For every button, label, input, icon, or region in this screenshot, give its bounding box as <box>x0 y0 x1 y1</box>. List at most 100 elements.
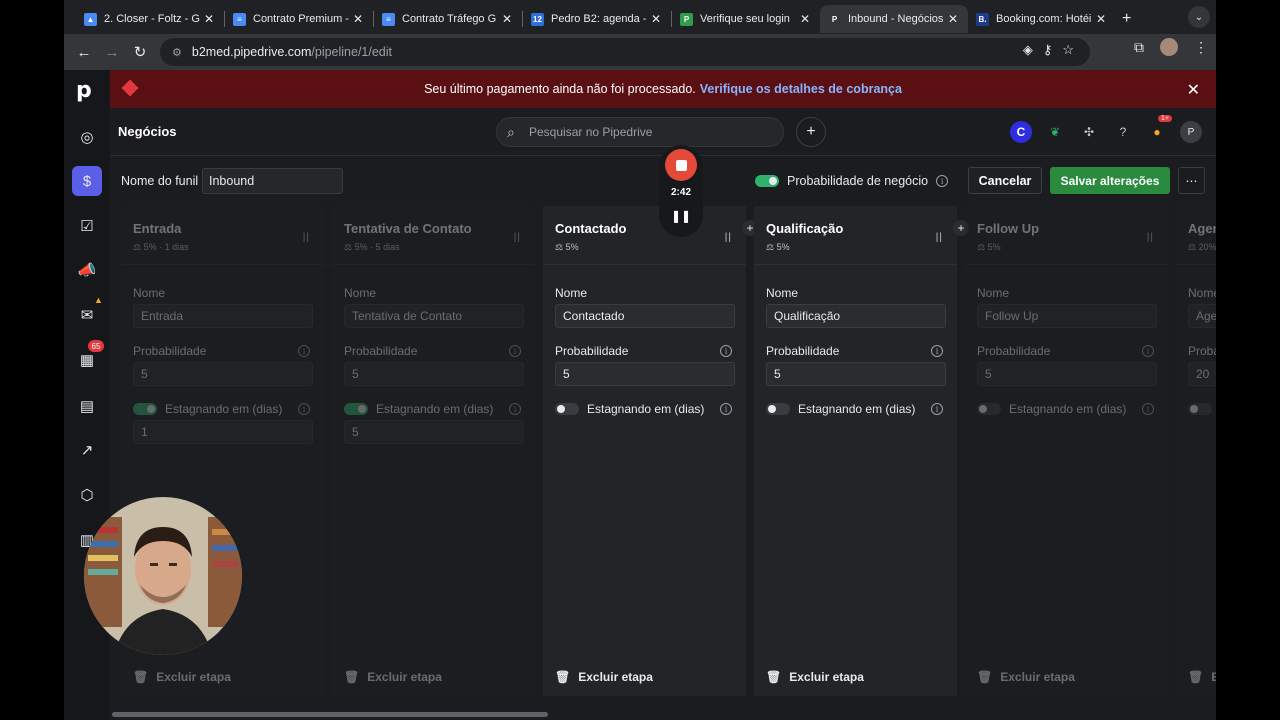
browser-tab[interactable]: P Inbound - Negócios ✕ <box>820 5 968 33</box>
info-icon[interactable]: i <box>509 345 521 357</box>
stage-name-input[interactable]: Follow Up <box>977 304 1157 328</box>
browser-tab[interactable]: 12 Pedro B2: agenda - ✕ <box>523 5 671 33</box>
info-icon[interactable]: i <box>936 175 949 187</box>
close-icon[interactable]: ✕ <box>351 12 365 26</box>
info-icon[interactable]: i <box>931 345 943 357</box>
stop-recording-button[interactable] <box>665 149 697 181</box>
horizontal-scrollbar[interactable] <box>112 712 548 717</box>
stage-name-input[interactable]: Entrada <box>133 304 313 328</box>
info-icon[interactable]: i <box>931 403 943 415</box>
delete-stage-label: Excluir etapa <box>578 670 653 684</box>
tab-search-icon[interactable]: ⌄ <box>1188 6 1210 28</box>
stage-name-input[interactable]: Contactado <box>555 304 735 328</box>
delete-stage-button[interactable]: 🗑 Excluir etapa <box>133 670 231 684</box>
insights-chart-icon[interactable]: ↗ <box>72 435 102 465</box>
rotting-toggle[interactable] <box>766 403 790 415</box>
products-box-icon[interactable]: ⬡ <box>72 480 102 510</box>
search-input[interactable]: ⌕ Pesquisar no Pipedrive <box>496 117 784 147</box>
site-info-icon[interactable]: ⚙ <box>172 46 182 59</box>
tips-bulb-icon[interactable]: ● 1+ <box>1146 115 1172 143</box>
rotting-toggle[interactable] <box>977 403 1001 415</box>
drag-handle-icon[interactable]: || <box>936 232 943 243</box>
browser-menu-icon[interactable]: ⋮ <box>1194 39 1208 56</box>
bookmark-star-icon[interactable]: ☆ <box>1062 42 1074 58</box>
close-icon[interactable]: ✕ <box>798 12 812 26</box>
back-icon[interactable]: ← <box>70 38 98 66</box>
rotting-toggle[interactable] <box>555 403 579 415</box>
activities-clipboard-icon[interactable]: ☑ <box>72 211 102 241</box>
info-icon[interactable]: i <box>298 345 310 357</box>
probability-input[interactable]: 5 <box>344 362 524 386</box>
probability-input[interactable]: 5 <box>133 362 313 386</box>
delete-stage-button[interactable]: 🗑 Excluir etapa <box>977 670 1075 684</box>
focus-target-icon[interactable]: ◎ <box>72 122 102 152</box>
close-icon[interactable]: ✕ <box>1187 80 1200 100</box>
more-options-icon[interactable]: ⋯ <box>1178 167 1205 194</box>
delete-stage-button[interactable]: 🗑 Excluir etapa <box>555 670 653 684</box>
extension-c-icon[interactable]: C <box>1010 121 1032 143</box>
forward-icon[interactable]: → <box>98 38 126 66</box>
drag-handle-icon[interactable]: || <box>514 232 521 243</box>
close-icon[interactable]: ✕ <box>649 12 663 26</box>
profile-avatar[interactable] <box>1160 38 1178 56</box>
contacts-card-icon[interactable]: ▤ <box>72 391 102 421</box>
close-icon[interactable]: ✕ <box>500 12 514 26</box>
rotting-days-input[interactable]: 1 <box>133 420 313 444</box>
save-button[interactable]: Salvar alterações <box>1050 167 1170 194</box>
info-icon[interactable]: i <box>298 403 310 415</box>
probability-input[interactable]: 5 <box>766 362 946 386</box>
info-icon[interactable]: i <box>1142 345 1154 357</box>
probability-input[interactable]: 5 <box>977 362 1157 386</box>
rotting-toggle[interactable] <box>1188 403 1212 415</box>
info-icon[interactable]: i <box>720 345 732 357</box>
browser-tab[interactable]: ≡ Contrato Tráfego G ✕ <box>374 5 522 33</box>
delete-stage-button[interactable]: 🗑 Excluir etapa <box>1188 670 1216 684</box>
info-icon[interactable]: i <box>720 403 732 415</box>
reload-icon[interactable]: ↻ <box>126 38 154 66</box>
stage-name-input[interactable]: Tentativa de Contato <box>344 304 524 328</box>
cancel-button[interactable]: Cancelar <box>968 167 1042 194</box>
deal-probability-setting: Probabilidade de negócio i <box>755 174 949 188</box>
calendar-icon[interactable]: ▦ <box>72 345 102 375</box>
drag-handle-icon[interactable]: || <box>725 232 732 243</box>
funnel-name-input[interactable]: Inbound <box>202 168 343 194</box>
probability-input[interactable]: 5 <box>555 362 735 386</box>
drag-handle-icon[interactable]: || <box>303 232 310 243</box>
close-icon[interactable]: ✕ <box>1094 12 1108 26</box>
help-icon[interactable]: ? <box>1112 121 1134 143</box>
campaigns-megaphone-icon[interactable]: 📣 <box>72 255 102 285</box>
info-icon[interactable]: i <box>1142 403 1154 415</box>
rotting-toggle[interactable] <box>133 403 157 415</box>
eye-icon[interactable]: ◈ <box>1023 42 1033 58</box>
pause-icon[interactable]: ❚❚ <box>659 209 703 223</box>
browser-tab[interactable]: P Verifique seu login ✕ <box>672 5 820 33</box>
puzzle-icon[interactable]: ✣ <box>1078 121 1100 143</box>
deal-probability-toggle[interactable] <box>755 175 779 187</box>
stage-name-input[interactable]: Agendamento <box>1188 304 1216 328</box>
billing-link[interactable]: Verifique os detalhes de cobrança <box>700 82 902 96</box>
url-input[interactable]: ⚙ b2med.pipedrive.com/pipeline/1/edit ◈ … <box>160 38 1090 66</box>
info-icon[interactable]: i <box>509 403 521 415</box>
user-avatar[interactable]: P <box>1180 121 1202 143</box>
delete-stage-button[interactable]: 🗑 Excluir etapa <box>344 670 442 684</box>
rotting-toggle[interactable] <box>344 403 368 415</box>
close-icon[interactable]: ✕ <box>202 12 216 26</box>
key-icon[interactable]: ⚷ <box>1043 42 1053 58</box>
stage-name-input[interactable]: Qualificação <box>766 304 946 328</box>
quick-add-button[interactable]: + <box>796 117 826 147</box>
deals-dollar-icon[interactable]: $ <box>72 166 102 196</box>
new-tab-icon[interactable]: + <box>1122 10 1131 28</box>
pipedrive-logo[interactable]: p <box>76 78 92 103</box>
browser-tab[interactable]: ≡ Contrato Premium - ✕ <box>225 5 373 33</box>
leaf-icon[interactable]: ❦ <box>1044 121 1066 143</box>
mail-icon[interactable]: ✉ <box>72 300 102 330</box>
extensions-icon[interactable]: ⧉ <box>1134 39 1144 56</box>
browser-tab[interactable]: B. Booking.com: Hotéi ✕ <box>968 5 1116 33</box>
close-icon[interactable]: ✕ <box>946 12 960 26</box>
stage-meta-text: 20% <box>1198 242 1216 252</box>
delete-stage-button[interactable]: 🗑 Excluir etapa <box>766 670 864 684</box>
drag-handle-icon[interactable]: || <box>1147 232 1154 243</box>
probability-input[interactable]: 20 <box>1188 362 1216 386</box>
browser-tab[interactable]: ▲ 2. Closer - Foltz - G ✕ <box>76 5 224 33</box>
rotting-days-input[interactable]: 5 <box>344 420 524 444</box>
